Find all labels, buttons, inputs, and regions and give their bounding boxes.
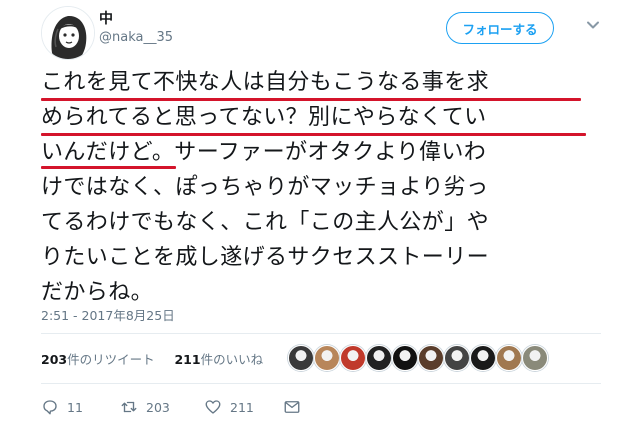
retweet-button[interactable]: 203	[120, 398, 170, 416]
liker-avatar-8[interactable]	[470, 345, 496, 371]
retweet-count: 203	[146, 399, 170, 415]
tweet-stats: 203件のリツイート 211件のいいね	[41, 349, 263, 368]
tweet-timestamp[interactable]: 2:51 - 2017年8月25日	[41, 305, 175, 324]
user-handle[interactable]: @naka__35	[99, 30, 173, 45]
liker-avatar-6[interactable]	[418, 345, 444, 371]
direct-message-button[interactable]	[283, 398, 301, 416]
liker-avatar-5[interactable]	[392, 345, 418, 371]
liker-avatar-9[interactable]	[496, 345, 522, 371]
user-avatar[interactable]	[41, 6, 95, 60]
divider-bottom	[41, 383, 601, 384]
heart-icon	[205, 400, 221, 414]
liker-avatar-2[interactable]	[314, 345, 340, 371]
tweet-text-line-4: けではなく、ぽっちゃりがマッチョより劣っ	[41, 175, 489, 200]
retweet-stat[interactable]: 203件のリツイート	[41, 352, 155, 367]
tweet-text-line-7: だからね。	[41, 280, 154, 305]
liker-avatar-3[interactable]	[340, 345, 366, 371]
highlight-underline-1	[41, 98, 581, 101]
liker-avatar-10[interactable]	[522, 345, 548, 371]
envelope-icon	[284, 401, 300, 413]
liker-avatar-1[interactable]	[288, 345, 314, 371]
tweet-text-line-2: められてると思ってない？別にやらなくてい	[41, 105, 487, 130]
follow-button[interactable]: フォローする	[446, 12, 554, 44]
liker-avatar-4[interactable]	[366, 345, 392, 371]
reply-count: 11	[67, 399, 83, 415]
divider-top	[41, 333, 601, 334]
chevron-down-icon[interactable]	[586, 18, 600, 32]
tweet-text-line-1: これを見て不快な人は自分もこうなる事を求	[41, 70, 490, 95]
highlight-underline-3	[41, 166, 176, 169]
liker-avatar-7[interactable]	[444, 345, 470, 371]
user-avatar-icon	[42, 7, 94, 59]
like-button[interactable]: 211	[204, 398, 254, 416]
retweet-icon	[121, 401, 137, 413]
highlight-underline-2	[41, 133, 586, 136]
tweet-text-line-6: りたいことを成し遂げるサクセスストーリー	[41, 245, 490, 270]
tweet-text-line-3: いんだけど。サーファーがオタクより偉いわ	[41, 140, 487, 165]
reply-button[interactable]: 11	[41, 398, 83, 416]
display-name[interactable]: 中	[99, 8, 113, 28]
tweet-text-line-5: てるわけでもなく、これ「この主人公が」や	[41, 210, 490, 235]
like-stat[interactable]: 211件のいいね	[174, 352, 263, 367]
reply-icon	[43, 400, 57, 415]
like-count: 211	[230, 399, 254, 415]
